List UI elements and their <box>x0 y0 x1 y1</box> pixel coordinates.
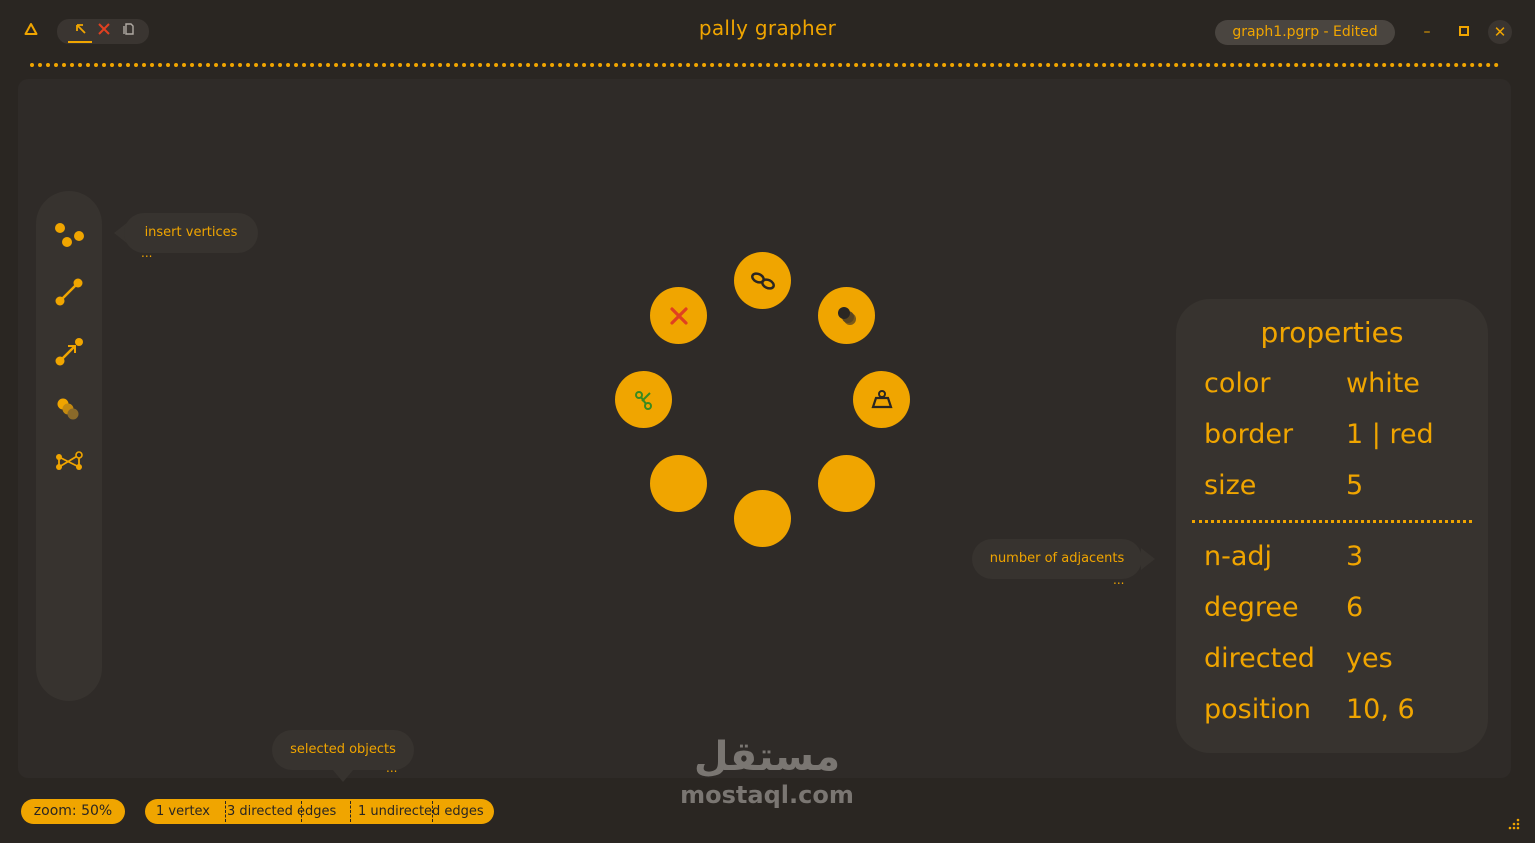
titlebar-divider <box>30 63 1500 67</box>
selection-summary: 1 vertex 3 directed edges 1 undirected e… <box>145 799 494 824</box>
tooltip-more-dots: ... <box>1113 573 1125 587</box>
property-value-border[interactable]: 1 | red <box>1346 417 1434 453</box>
tooltip-label: number of adjacents <box>989 551 1125 566</box>
property-key-size: size <box>1204 470 1257 501</box>
tooltip-pointer <box>1141 548 1155 570</box>
insert-edge-icon[interactable] <box>51 275 87 311</box>
undirected-edges-count: 1 undirected edges <box>358 804 484 819</box>
tooltip-more-dots: ... <box>141 246 153 260</box>
property-value-n-adj: 3 <box>1346 541 1364 572</box>
property-key-n-adj: n-adj <box>1204 541 1273 572</box>
tooltip-pointer <box>332 769 354 782</box>
delete-icon <box>669 306 688 325</box>
property-key-directed: directed <box>1204 643 1315 674</box>
property-value-size[interactable]: 5 <box>1346 468 1363 504</box>
property-key-position: position <box>1204 694 1311 725</box>
radial-item-shadow[interactable] <box>818 287 875 344</box>
property-key-color: color <box>1204 368 1271 399</box>
cut-icon <box>634 390 652 410</box>
status-separator <box>301 801 302 822</box>
status-separator <box>432 801 433 822</box>
radial-item-weight[interactable] <box>853 371 910 428</box>
insert-vertices-icon[interactable] <box>51 218 87 254</box>
radial-item-empty[interactable] <box>818 455 875 512</box>
watermark-latin: mostaql.com <box>680 781 854 809</box>
active-tool-indicator <box>68 41 92 43</box>
tooltip-more-dots: ... <box>386 761 398 775</box>
graph-icon[interactable] <box>51 443 87 479</box>
status-separator <box>225 801 226 822</box>
property-value-degree: 6 <box>1346 592 1364 623</box>
properties-divider <box>1192 520 1472 523</box>
property-value-position: 10, 6 <box>1346 694 1415 725</box>
insert-directed-edge-icon[interactable] <box>51 335 87 371</box>
resize-grip-icon[interactable] <box>1503 813 1521 831</box>
close-icon[interactable]: ✕ <box>1488 20 1512 44</box>
directed-edges-count: 3 directed edges <box>227 804 337 819</box>
file-status-pill[interactable]: graph1.pgrp - Edited <box>1215 20 1395 45</box>
minimize-icon[interactable]: – <box>1415 20 1439 44</box>
radial-item-empty[interactable] <box>734 490 791 547</box>
status-separator <box>350 801 351 822</box>
link-icon <box>750 271 775 290</box>
radial-item-cut[interactable] <box>615 371 672 428</box>
property-value-directed: yes <box>1346 643 1393 674</box>
tooltip-label: insert vertices <box>144 225 238 240</box>
property-value-color[interactable]: white <box>1346 366 1420 402</box>
property-key-degree: degree <box>1204 592 1299 623</box>
weight-icon <box>870 389 893 408</box>
watermark: مستقل mostaql.com <box>672 733 862 809</box>
property-key-border: border <box>1204 419 1294 450</box>
tooltip-label: selected objects <box>290 742 396 757</box>
maximize-icon[interactable] <box>1452 20 1476 44</box>
watermark-arabic: مستقل <box>693 734 841 780</box>
radial-item-delete[interactable] <box>650 287 707 344</box>
vertex-count: 1 vertex <box>156 804 210 819</box>
group-vertices-icon[interactable] <box>51 391 87 427</box>
zoom-indicator[interactable]: zoom: 50% <box>21 799 125 824</box>
shadow-icon <box>837 306 856 325</box>
radial-item-link[interactable] <box>734 252 791 309</box>
radial-item-empty[interactable] <box>650 455 707 512</box>
properties-title: properties <box>1260 316 1404 349</box>
